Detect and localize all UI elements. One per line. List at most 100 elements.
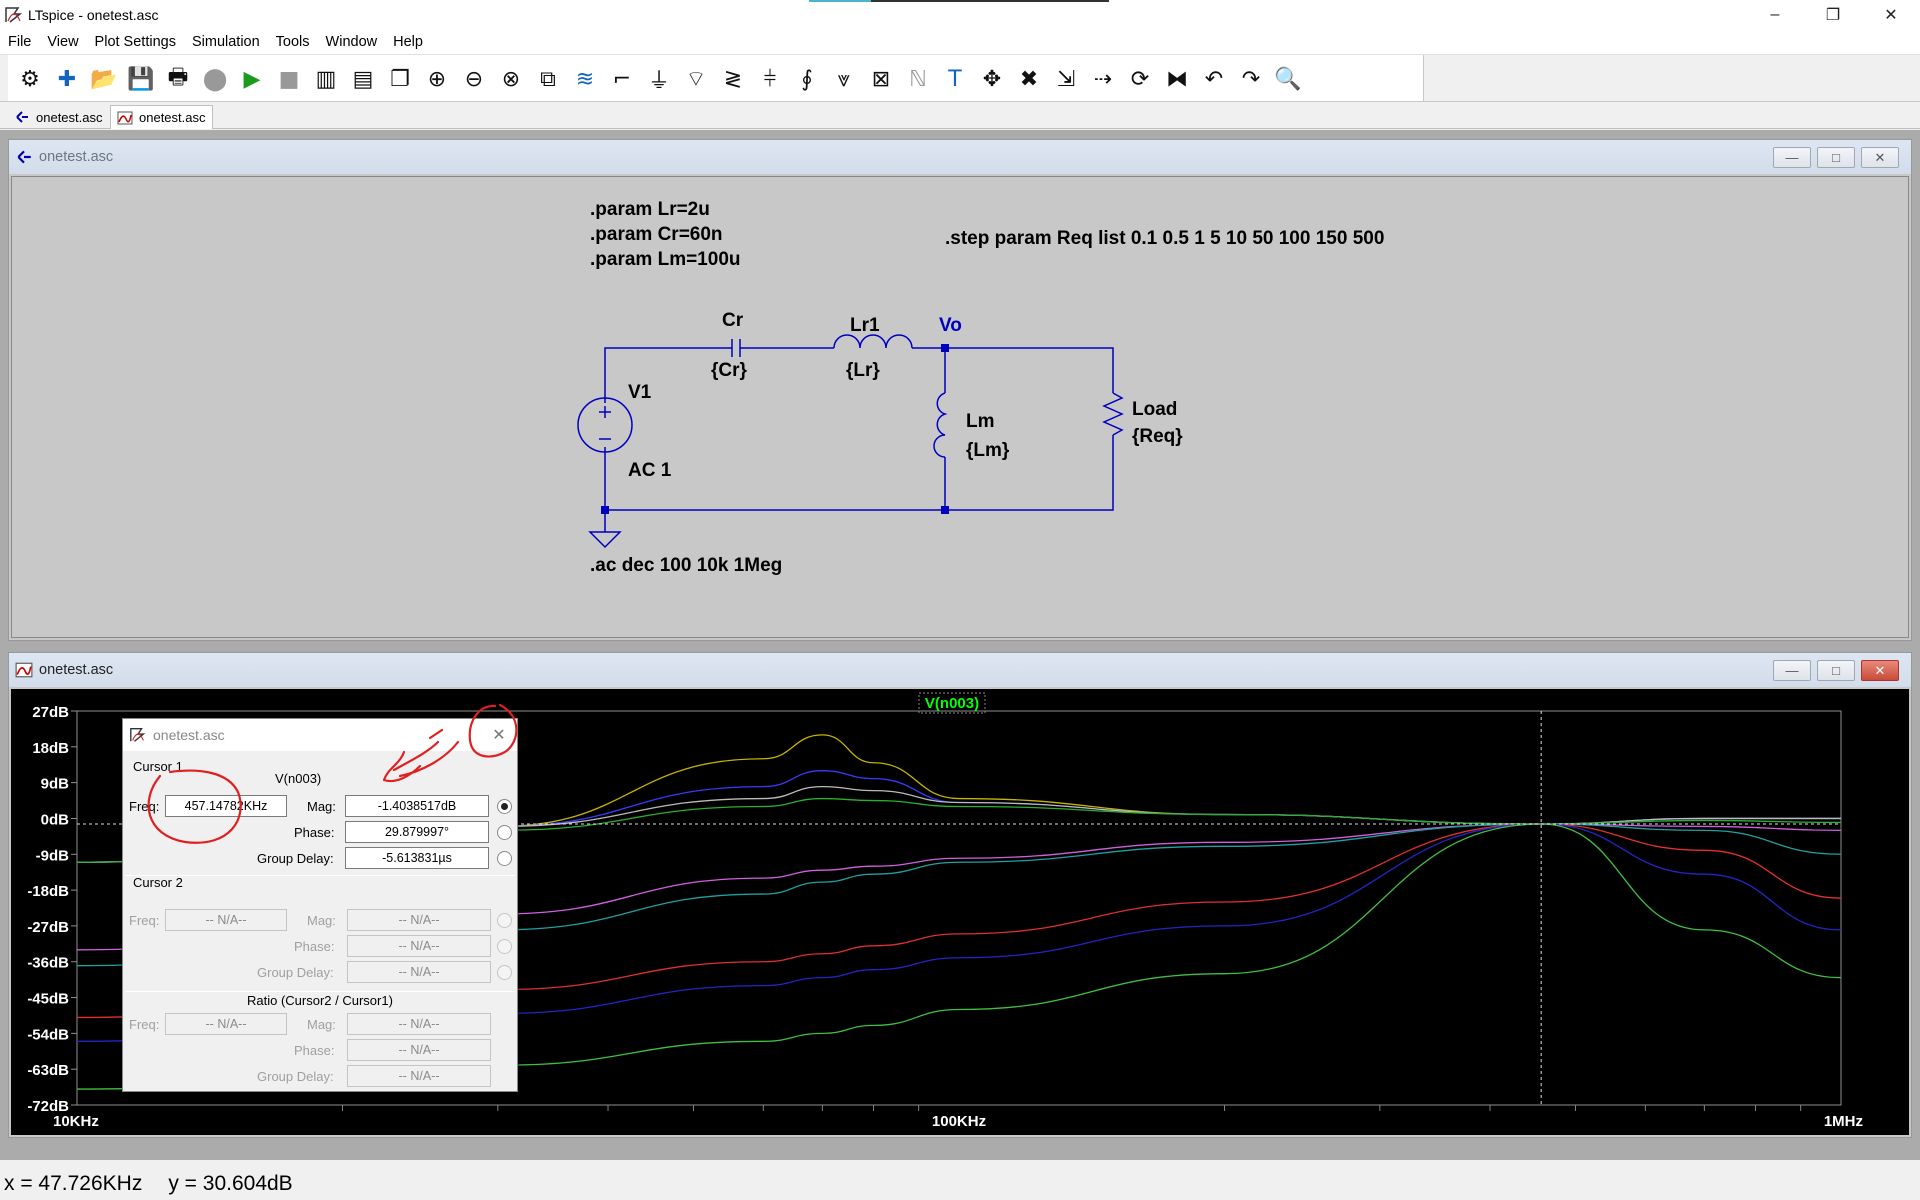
menu-file[interactable]: File [0,34,39,50]
gear-icon[interactable]: ⚙ [14,63,46,95]
menu-simulation[interactable]: Simulation [184,34,268,50]
duplicate-icon[interactable]: ⇲ [1050,63,1082,95]
cursor1-mag-field[interactable]: -1.4038517dB [345,795,489,817]
cursor2-mag-label: Mag: [307,913,336,928]
close-button[interactable]: ✕ [1862,0,1920,30]
v1-name[interactable]: V1 [628,382,652,403]
schematic-window-titlebar[interactable]: onetest.asc — □ ✕ [9,140,1911,174]
halt-icon[interactable]: ⬤ [199,63,231,95]
zoom-extents-icon[interactable]: ⧉ [532,63,564,95]
cursor2-mag-field: -- N/A-- [347,909,491,931]
tile-horizontal-icon[interactable]: ▤ [347,63,379,95]
voltage-source-v1[interactable] [577,397,633,453]
schematic-minimize-button[interactable]: — [1773,147,1811,168]
load-value[interactable]: {Req} [1132,426,1183,447]
new-schematic-icon[interactable]: ✚ [51,63,83,95]
minimize-button[interactable]: – [1746,0,1804,30]
param-cr-directive[interactable]: .param Cr=60n [590,224,723,245]
menu-window[interactable]: Window [318,34,386,50]
autorange-icon[interactable]: ≋ [569,63,601,95]
lm-value[interactable]: {Lm} [966,440,1010,461]
zoom-in-icon[interactable]: ⊕ [421,63,453,95]
menu-plot-settings[interactable]: Plot Settings [87,34,184,50]
waveform-maximize-button[interactable]: □ [1817,660,1855,681]
ac-directive[interactable]: .ac dec 100 10k 1Meg [590,555,782,576]
component-icon[interactable]: ⊠ [865,63,897,95]
param-lm-directive[interactable]: .param Lm=100u [590,249,741,270]
vo-net-label[interactable]: Vo [939,315,962,336]
tab-schematic[interactable]: onetest.asc [8,105,109,129]
restore-button[interactable]: ❐ [1804,0,1862,30]
x-tick-label: 100KHz [932,1113,986,1130]
cursor1-freq-field[interactable]: 457.14782KHz [165,795,287,817]
run-icon[interactable]: ▶ [236,63,268,95]
cursor-dialog: onetest.asc ✕ Cursor 1 V(n003) Freq: 457… [122,718,518,1092]
zoom-out-icon[interactable]: ⊖ [458,63,490,95]
cursor1-group-delay-label: Group Delay: [257,851,334,866]
lm-name[interactable]: Lm [966,411,995,432]
mirror-icon[interactable]: ⧓ [1161,63,1193,95]
schematic-window: onetest.asc — □ ✕ .param Lr=2u .param Cr… [8,139,1912,641]
cr-value[interactable]: {Cr} [711,360,748,381]
tab-waveform[interactable]: onetest.asc [110,105,213,129]
diode-icon[interactable]: ⩔ [828,63,860,95]
param-lr-directive[interactable]: .param Lr=2u [590,199,710,220]
menu-help[interactable]: Help [385,34,431,50]
ground-icon[interactable]: ⏚ [643,63,675,95]
cursor1-phase-field[interactable]: 29.879997° [345,821,489,843]
redo-icon[interactable]: ↷ [1235,63,1267,95]
menu-view[interactable]: View [39,34,86,50]
cursor2-phase-radio [497,939,512,954]
waveform-minimize-button[interactable]: — [1773,660,1811,681]
capacitor-icon[interactable]: ⫩ [754,63,786,95]
cr-name[interactable]: Cr [722,310,744,331]
save-icon[interactable]: 💾 [125,63,157,95]
cursor-dialog-titlebar[interactable]: onetest.asc ✕ [123,719,517,751]
cursor1-group-delay-radio[interactable] [497,851,512,866]
inductor-lr1[interactable] [833,334,913,349]
step-directive[interactable]: .step param Req list 0.1 0.5 1 5 10 50 1… [945,228,1384,249]
undo-icon[interactable]: ↶ [1198,63,1230,95]
cursor1-group-delay-field[interactable]: -5.613831µs [345,847,489,869]
waveform-icon [15,662,33,678]
open-icon[interactable]: 📂 [88,63,120,95]
print-icon[interactable]: 🖶 [162,63,194,95]
resistor-load[interactable] [1102,392,1124,436]
waveform-window-titlebar[interactable]: onetest.asc — □ ✕ [9,653,1911,687]
lr1-name[interactable]: Lr1 [850,315,880,336]
spice-directive-icon[interactable]: ℕ [902,63,934,95]
lr1-value[interactable]: {Lr} [846,360,880,381]
v1-value[interactable]: AC 1 [628,460,672,481]
inductor-icon[interactable]: ∮ [791,63,823,95]
capacitor-cr[interactable] [731,339,741,357]
find-icon[interactable]: 🔍 [1272,63,1304,95]
tab-schematic-label: onetest.asc [36,109,103,125]
delete-icon[interactable]: ✖ [1013,63,1045,95]
resistor-icon[interactable]: ≷ [717,63,749,95]
junction-ground [601,506,609,514]
label-net-icon[interactable]: ⌔ [680,63,712,95]
schematic-canvas[interactable]: .param Lr=2u .param Cr=60n .param Lm=100… [11,176,1909,638]
cursor-dialog-close-icon[interactable]: ✕ [489,725,509,745]
trace-label[interactable]: V(n003) [925,695,979,712]
stop-icon[interactable]: ■ [273,63,305,95]
rotate-icon[interactable]: ⟳ [1124,63,1156,95]
schematic-close-button[interactable]: ✕ [1861,147,1899,168]
waveform-close-button[interactable]: ✕ [1861,660,1899,681]
cascade-icon[interactable]: ❐ [384,63,416,95]
text-icon[interactable]: T [939,63,971,95]
zoom-fit-icon[interactable]: ⊗ [495,63,527,95]
cursor1-phase-radio[interactable] [497,825,512,840]
inductor-lm[interactable] [933,392,948,458]
cursor1-mag-radio[interactable] [497,799,512,814]
ground-symbol[interactable] [588,531,622,549]
ratio-group-delay-field: -- N/A-- [347,1065,491,1087]
move-icon[interactable]: ✥ [976,63,1008,95]
load-name[interactable]: Load [1132,399,1177,420]
wire-icon[interactable]: ⌐ [606,63,638,95]
tile-vertical-icon[interactable]: ▥ [310,63,342,95]
drag-icon[interactable]: ⇢ [1087,63,1119,95]
ltspice-app-icon [5,7,23,23]
menu-tools[interactable]: Tools [268,34,318,50]
schematic-maximize-button[interactable]: □ [1817,147,1855,168]
